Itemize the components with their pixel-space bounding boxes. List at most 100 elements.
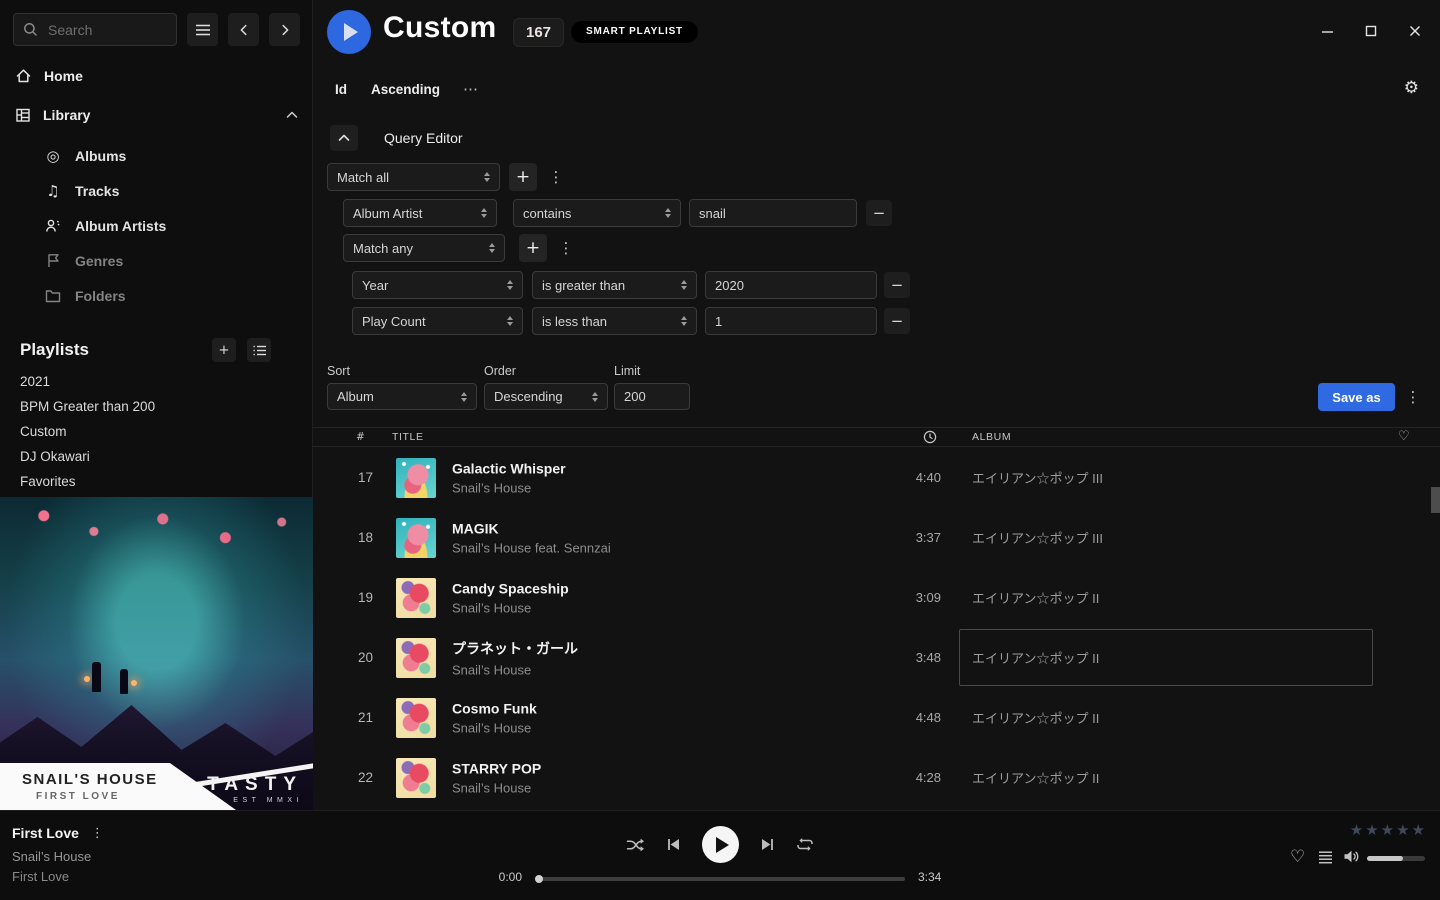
- nav-forward-button[interactable]: [269, 13, 300, 46]
- table-row[interactable]: 22 STARRY POP Snail’s House 4:28 エイリアン☆ポ…: [313, 748, 1440, 808]
- table-row[interactable]: 19 Candy Spaceship Snail’s House 3:09 エイ…: [313, 568, 1440, 628]
- star-icon[interactable]: ★: [1381, 821, 1394, 839]
- playlist-item[interactable]: Favorites: [0, 469, 312, 494]
- sort-direction-button[interactable]: Ascending: [371, 82, 440, 97]
- order-select[interactable]: Descending: [484, 383, 608, 410]
- search-box[interactable]: [13, 13, 177, 46]
- minimize-button[interactable]: [1318, 22, 1336, 40]
- seek-bar[interactable]: [535, 877, 905, 881]
- search-input[interactable]: [46, 21, 167, 39]
- rule-operator-select[interactable]: is less than: [532, 307, 697, 335]
- rule-field-select[interactable]: Year: [352, 271, 523, 299]
- playlist-item[interactable]: 2021: [0, 369, 312, 394]
- more-options-icon[interactable]: ⋯: [463, 80, 478, 98]
- track-title: Galactic Whisper: [452, 461, 566, 477]
- sidebar-item-tracks[interactable]: ♫ Tracks: [0, 173, 312, 208]
- star-icon[interactable]: ★: [1412, 821, 1425, 839]
- now-playing-album[interactable]: First Love: [12, 869, 69, 884]
- scrollbar-thumb[interactable]: [1431, 487, 1440, 513]
- queue-icon[interactable]: [1318, 851, 1333, 864]
- column-title[interactable]: TITLE: [392, 431, 424, 443]
- sort-field-button[interactable]: Id: [335, 82, 347, 97]
- star-icon[interactable]: ★: [1365, 821, 1378, 839]
- albums-icon: ◎: [44, 147, 62, 165]
- table-row[interactable]: 21 Cosmo Funk Snail’s House 4:48 エイリアン☆ポ…: [313, 688, 1440, 748]
- volume-fill: [1367, 856, 1403, 861]
- match-any-select[interactable]: Match any: [343, 234, 505, 262]
- sidebar-item-home[interactable]: Home: [15, 63, 298, 89]
- sidebar-item-library[interactable]: Library: [15, 102, 298, 128]
- nav-back-button[interactable]: [228, 13, 259, 46]
- rule-field-select[interactable]: Play Count: [352, 307, 523, 335]
- track-album-cell[interactable]: エイリアン☆ポップ II: [959, 569, 1373, 626]
- track-menu-icon[interactable]: ⋮: [91, 826, 104, 841]
- add-rule-button[interactable]: +: [509, 163, 537, 191]
- track-meta: Candy Spaceship Snail’s House: [452, 581, 569, 616]
- table-row[interactable]: 20 プラネット・ガール Snail’s House 3:48 エイリアン☆ポッ…: [313, 628, 1440, 688]
- play-button[interactable]: [702, 826, 739, 863]
- sidebar-item-genres[interactable]: Genres: [0, 243, 312, 278]
- sort-select[interactable]: Album: [327, 383, 477, 410]
- column-index[interactable]: #: [356, 431, 365, 443]
- remove-rule-button[interactable]: −: [884, 272, 910, 298]
- favorite-heart-icon[interactable]: ♡: [1290, 847, 1305, 867]
- group-menu-icon[interactable]: ⋮: [558, 234, 574, 262]
- gear-icon[interactable]: ⚙: [1404, 78, 1419, 98]
- add-playlist-button[interactable]: +: [212, 338, 236, 362]
- sidebar-item-folders[interactable]: Folders: [0, 278, 312, 313]
- query-editor-collapse-button[interactable]: [330, 125, 358, 151]
- rule-operator-select[interactable]: is greater than: [532, 271, 697, 299]
- track-album-cell[interactable]: エイリアン☆ポップ II: [959, 629, 1373, 686]
- now-playing-artist[interactable]: Snail’s House: [12, 849, 91, 864]
- artwork-figure: [120, 669, 128, 694]
- next-track-button[interactable]: [760, 837, 775, 852]
- table-row[interactable]: 18 MAGIK Snail’s House feat. Sennzai 3:3…: [313, 508, 1440, 568]
- track-album-cell[interactable]: エイリアン☆ポップ II: [959, 689, 1373, 746]
- playlist-item[interactable]: DJ Okawari: [0, 444, 312, 469]
- menu-button[interactable]: [187, 13, 218, 46]
- seek-knob[interactable]: [535, 875, 543, 883]
- track-artist: Snail’s House: [452, 721, 537, 736]
- rule-value-input[interactable]: [705, 271, 877, 299]
- close-button[interactable]: [1406, 22, 1424, 40]
- shuffle-button[interactable]: [626, 837, 645, 853]
- remove-rule-button[interactable]: −: [884, 308, 910, 334]
- sidebar-item-label: Genres: [75, 253, 123, 269]
- group-menu-icon[interactable]: ⋮: [548, 163, 564, 191]
- chevron-up-icon[interactable]: [286, 111, 298, 119]
- playlist-item[interactable]: Custom: [0, 419, 312, 444]
- rule-field-select[interactable]: Album Artist: [343, 199, 497, 227]
- sidebar-item-label: Album Artists: [75, 218, 166, 234]
- artwork-title: FIRST LOVE: [36, 791, 236, 802]
- rule-value-input[interactable]: [689, 199, 857, 227]
- previous-track-button[interactable]: [666, 837, 681, 852]
- star-icon[interactable]: ★: [1396, 821, 1409, 839]
- rule-value-input[interactable]: [705, 307, 877, 335]
- track-album-cell[interactable]: エイリアン☆ポップ II: [959, 749, 1373, 806]
- add-rule-button[interactable]: +: [519, 234, 547, 262]
- track-album-cell[interactable]: エイリアン☆ポップ III: [959, 509, 1373, 566]
- select-value: is greater than: [542, 278, 625, 293]
- maximize-button[interactable]: [1362, 22, 1380, 40]
- star-icon[interactable]: ★: [1350, 821, 1363, 839]
- duration-column-clock-icon[interactable]: [923, 430, 937, 444]
- play-playlist-button[interactable]: [327, 10, 371, 54]
- save-as-button[interactable]: Save as: [1318, 383, 1395, 411]
- playlist-options-button[interactable]: [247, 338, 271, 362]
- volume-slider[interactable]: [1367, 856, 1425, 861]
- repeat-button[interactable]: [796, 837, 814, 852]
- match-all-select[interactable]: Match all: [327, 163, 500, 191]
- remove-rule-button[interactable]: −: [866, 200, 892, 226]
- column-album[interactable]: ALBUM: [972, 431, 1011, 443]
- track-album-cell[interactable]: エイリアン☆ポップ III: [959, 449, 1373, 506]
- sidebar-item-album-artists[interactable]: Album Artists: [0, 208, 312, 243]
- volume-icon[interactable]: [1343, 849, 1360, 864]
- rule-operator-select[interactable]: contains: [513, 199, 681, 227]
- limit-input[interactable]: [614, 383, 690, 410]
- table-row[interactable]: 17 Galactic Whisper Snail’s House 4:40 エ…: [313, 448, 1440, 508]
- save-menu-icon[interactable]: ⋮: [1405, 383, 1421, 411]
- updown-icon: [665, 208, 671, 218]
- playlist-item[interactable]: BPM Greater than 200: [0, 394, 312, 419]
- sidebar-item-albums[interactable]: ◎ Albums: [0, 138, 312, 173]
- favorite-column-heart-icon[interactable]: ♡: [1398, 429, 1410, 444]
